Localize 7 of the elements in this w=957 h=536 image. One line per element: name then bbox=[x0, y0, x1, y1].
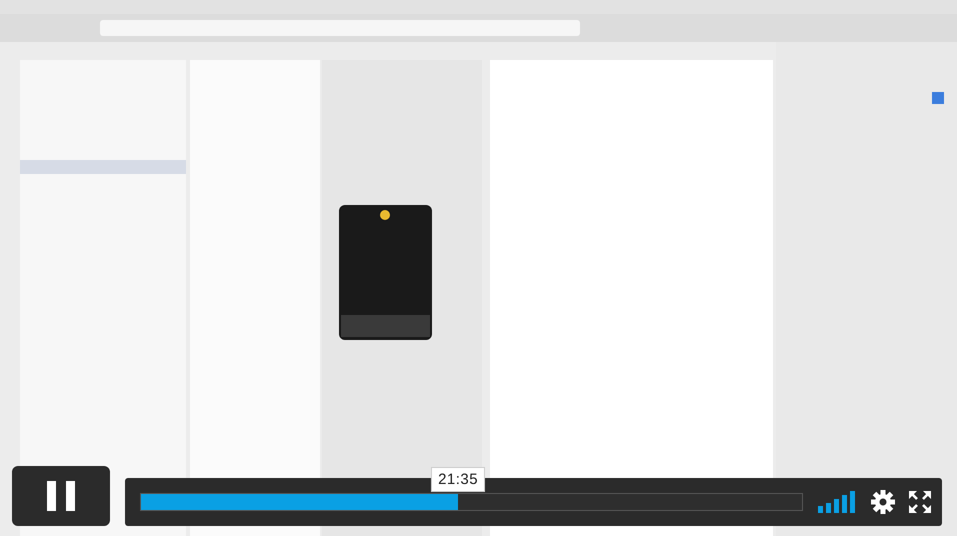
time-tooltip: 21:35 bbox=[431, 467, 486, 492]
settings-icon[interactable] bbox=[871, 490, 895, 514]
progress-bar[interactable] bbox=[140, 493, 803, 511]
fullscreen-icon[interactable] bbox=[909, 491, 931, 513]
volume-icon[interactable] bbox=[818, 491, 856, 513]
pause-button[interactable] bbox=[12, 466, 110, 526]
pause-icon bbox=[47, 481, 75, 511]
